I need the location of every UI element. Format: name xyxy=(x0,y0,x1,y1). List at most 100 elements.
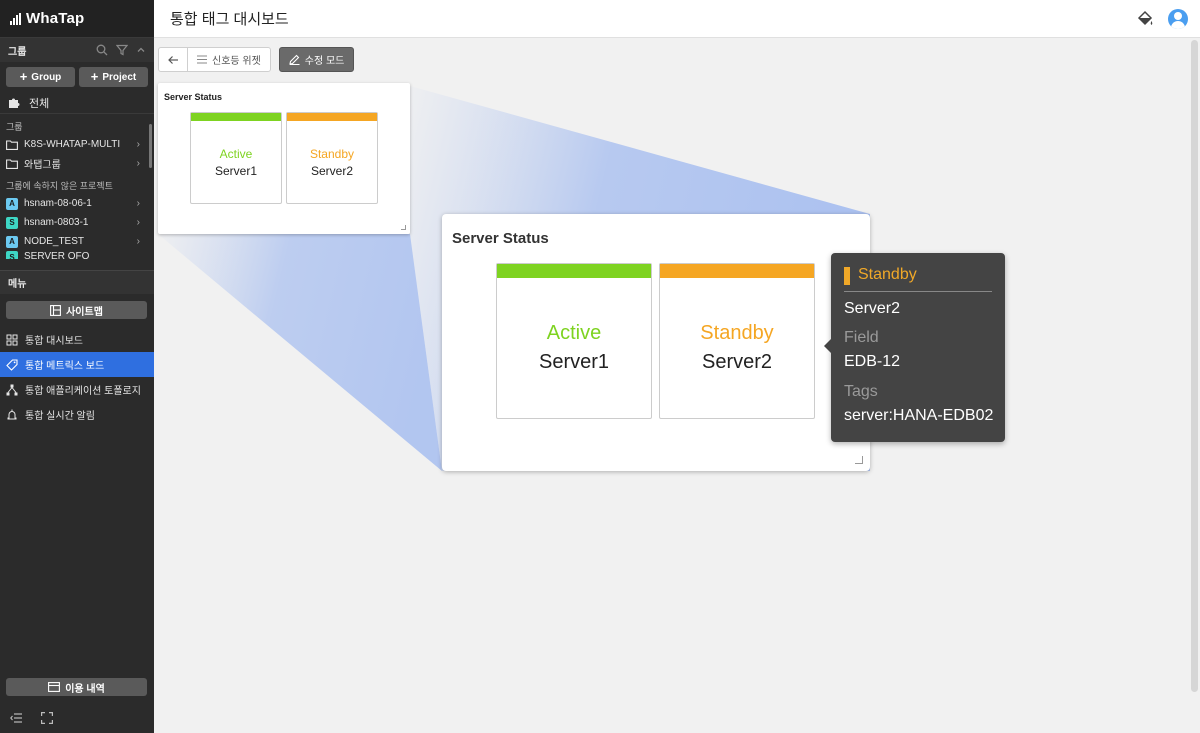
project-type-badge: S xyxy=(6,251,18,259)
menu-item-label: 통합 애플리케이션 토폴로지 xyxy=(25,386,141,397)
add-group-button[interactable]: + Group xyxy=(6,67,75,87)
group-item[interactable]: K8S-WHATAP-MULTI › xyxy=(0,135,154,154)
status-card-active[interactable]: Active Server1 xyxy=(190,112,282,204)
status-bar xyxy=(497,264,651,278)
fullscreen-icon[interactable] xyxy=(41,712,53,724)
tooltip-field-label: Field xyxy=(844,329,879,346)
group-item-label: K8S-WHATAP-MULTI xyxy=(24,139,121,150)
plus-icon: + xyxy=(19,69,28,84)
menu-item-label: 통합 메트릭스 보드 xyxy=(25,361,105,372)
server-name: Server1 xyxy=(214,164,258,178)
tag-icon xyxy=(6,358,18,371)
sidebar-item-whole[interactable]: 전체 xyxy=(0,92,154,114)
project-item[interactable]: S SERVER OFO xyxy=(0,251,154,259)
status-state: Active xyxy=(546,322,602,344)
whole-label: 전체 xyxy=(29,97,50,110)
status-card-standby[interactable]: Standby Server2 xyxy=(286,112,378,204)
widget-title: Server Status xyxy=(452,230,549,247)
project-item[interactable]: S hsnam-0803-1 › xyxy=(0,213,154,232)
signal-widget-label: 신호등 위젯 xyxy=(212,56,261,67)
grid-icon xyxy=(6,334,18,345)
project-item-label: hsnam-08-06-1 xyxy=(24,198,92,209)
project-type-badge: S xyxy=(6,216,18,229)
project-item[interactable]: A NODE_TEST › xyxy=(0,232,154,251)
logo[interactable]: WhaTap xyxy=(0,0,154,38)
server-status-widget[interactable]: Server Status Active Server1 Standby Ser… xyxy=(158,83,410,234)
project-item[interactable]: A hsnam-08-06-1 › xyxy=(0,194,154,213)
tooltip-tags-label: Tags xyxy=(844,383,878,400)
tooltip-field-value: EDB-12 xyxy=(844,353,901,370)
chevron-right-icon: › xyxy=(136,236,140,247)
status-tooltip: Standby Server2 Field EDB-12 Tags server… xyxy=(824,253,1005,442)
edit-mode-button[interactable]: 수정 모드 xyxy=(278,47,355,72)
menu-header: 메뉴 xyxy=(0,270,154,294)
status-card-standby[interactable]: Standby Server2 xyxy=(659,263,815,419)
chevron-right-icon: › xyxy=(136,198,140,209)
bell-icon xyxy=(7,409,17,419)
sidebar-toggle-icon[interactable] xyxy=(10,712,23,724)
status-state: Standby xyxy=(309,147,355,161)
main-scrollbar[interactable] xyxy=(1191,40,1198,692)
widget-title: Server Status xyxy=(164,92,223,102)
add-group-label: Group xyxy=(31,71,62,83)
tooltip-state: Standby xyxy=(858,266,917,283)
group-item[interactable]: 와탭그룹 › xyxy=(0,154,154,173)
logo-text: WhaTap xyxy=(26,10,85,27)
menu-item-dashboard[interactable]: 통합 대시보드 xyxy=(0,327,154,352)
standby-swatch xyxy=(844,267,850,285)
resize-handle-icon[interactable] xyxy=(855,456,863,464)
list-icon xyxy=(197,55,207,64)
toolbar: 신호등 위젯 수정 모드 xyxy=(158,47,355,72)
search-icon[interactable] xyxy=(96,44,108,56)
sitemap-button[interactable]: 사이트맵 xyxy=(6,301,147,319)
tooltip-server-name: Server2 xyxy=(844,300,901,317)
project-item-label: SERVER OFO xyxy=(24,251,90,259)
sitemap-icon xyxy=(50,304,62,316)
folder-icon xyxy=(6,158,18,169)
arrow-left-icon xyxy=(167,55,178,64)
paint-bucket-icon[interactable] xyxy=(1136,10,1154,28)
status-bar xyxy=(191,113,281,121)
topology-icon xyxy=(6,384,18,395)
edit-mode-label: 수정 모드 xyxy=(304,56,345,67)
filter-icon[interactable] xyxy=(116,44,128,56)
sidebar-scrollbar[interactable] xyxy=(149,124,152,168)
toolbar-group: 신호등 위젯 xyxy=(158,47,271,72)
groups-section-label: 그룹 xyxy=(6,122,23,132)
menu-item-topology[interactable]: 통합 애플리케이션 토폴로지 xyxy=(0,377,154,402)
card-icon xyxy=(48,682,61,692)
logo-bars-icon xyxy=(10,12,21,25)
add-project-label: Project xyxy=(102,71,137,83)
chevron-right-icon: › xyxy=(136,217,140,228)
puzzle-icon xyxy=(9,98,20,108)
chevron-right-icon: › xyxy=(136,139,140,150)
user-avatar-icon[interactable] xyxy=(1168,9,1188,29)
project-item-label: hsnam-0803-1 xyxy=(24,217,89,228)
tooltip-tags-value: server:HANA-EDB02 xyxy=(844,407,994,424)
server-name: Server2 xyxy=(310,164,354,178)
status-bar xyxy=(660,264,814,278)
usage-history-button[interactable]: 이용 내역 xyxy=(6,678,147,696)
add-project-button[interactable]: + Project xyxy=(79,67,148,87)
plus-icon: + xyxy=(90,69,99,84)
project-type-badge: A xyxy=(6,197,18,210)
collapse-icon[interactable] xyxy=(136,45,146,55)
menu-item-alerts[interactable]: 통합 실시간 알림 xyxy=(0,402,154,427)
sidebar: WhaTap 그룹 + Group + Project 전체 그룹 K8S-WHAT… xyxy=(0,0,154,733)
sitemap-label: 사이트맵 xyxy=(66,306,103,318)
folder-icon xyxy=(6,139,18,150)
status-bar xyxy=(287,113,377,121)
page-title: 통합 태그 대시보드 xyxy=(170,11,289,28)
tooltip-header: Standby xyxy=(844,266,992,292)
menu-item-label: 통합 대시보드 xyxy=(25,336,83,347)
back-button[interactable] xyxy=(159,48,188,71)
menu-item-metrics-board[interactable]: 통합 메트릭스 보드 xyxy=(0,352,154,377)
server-status-widget-zoomed[interactable]: Server Status Active Server1 Standby Ser… xyxy=(442,214,870,471)
status-card-active[interactable]: Active Server1 xyxy=(496,263,652,419)
signal-widget-button[interactable]: 신호등 위젯 xyxy=(188,48,270,71)
resize-handle-icon[interactable] xyxy=(401,225,406,230)
ungrouped-section-label: 그룹에 속하지 않은 프로젝트 xyxy=(6,181,113,191)
status-state: Standby xyxy=(700,322,774,344)
group-header: 그룹 xyxy=(0,38,154,62)
menu-item-label: 통합 실시간 알림 xyxy=(25,411,95,422)
